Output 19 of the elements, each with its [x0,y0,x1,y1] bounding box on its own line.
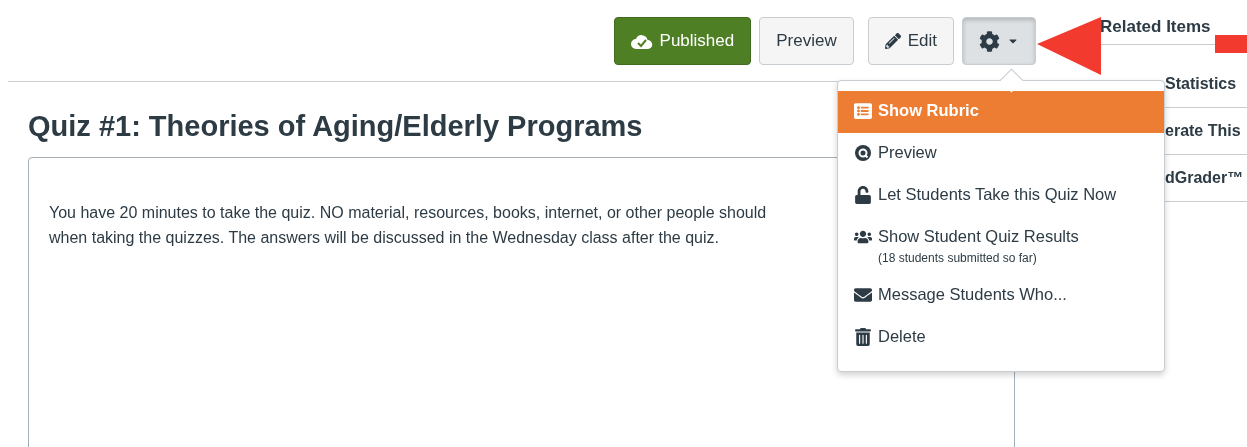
menu-item[interactable]: Delete [838,317,1164,359]
unlock-icon [854,186,872,204]
envelope-icon [854,286,872,304]
preview-icon [854,144,872,162]
gear-icon [979,30,1000,52]
edit-button[interactable]: Edit [867,17,954,65]
description-text: when taking the quizzes. The answers will be discussed in the Wednesday class after the quiz. [49,228,719,248]
pencil-icon [884,33,901,49]
cloud-check-icon [630,33,653,49]
quiz-title: Quiz #1: Theories of Aging/Elderly Programs [28,110,643,143]
menu-item[interactable]: Message Students Who... [838,275,1164,317]
preview-button[interactable]: Preview [759,17,854,65]
published-button[interactable]: Published [613,17,752,65]
users-icon [854,228,872,246]
description-text: You have 20 minutes to take the quiz. NO material, resources, books, internet, or other people should [49,203,767,223]
list-icon [854,102,872,120]
menu-item[interactable]: Show Student Quiz Results (18 students submitted so far) [838,217,1164,275]
trash-icon [854,328,872,346]
settings-button[interactable] [962,17,1036,65]
